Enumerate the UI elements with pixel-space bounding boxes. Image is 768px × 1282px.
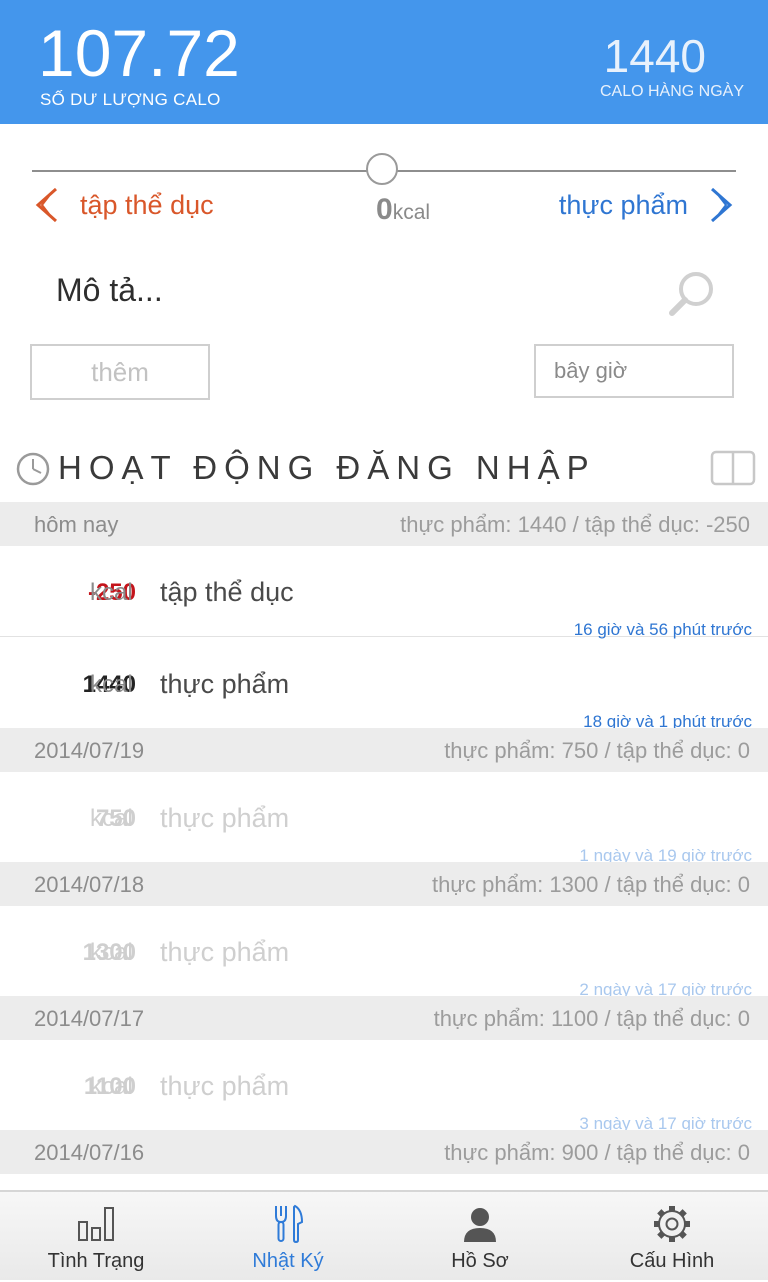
day-summary: thực phẩm: 900 / tập thể dục: 0 xyxy=(444,1140,750,1165)
nav-item-profile[interactable]: Hồ Sơ xyxy=(384,1192,576,1282)
day-summary: thực phẩm: 1100 / tập thể dục: 0 xyxy=(433,1006,750,1031)
kcal-readout: 0kcal xyxy=(376,193,430,227)
entry-label: tập thể dục xyxy=(160,577,294,607)
log-entry[interactable]: 1300 kcal thực phẩm 2 ngày và 17 giờ trư… xyxy=(0,906,768,999)
nav-item-settings[interactable]: Cấu Hình xyxy=(576,1192,768,1282)
day-summary: thực phẩm: 750 / tập thể dục: 0 xyxy=(444,738,750,763)
entry-time-ago: 16 giờ và 56 phút trước xyxy=(573,620,752,639)
nav-label: Nhật Ký xyxy=(252,1250,324,1272)
day-header: hôm nay thực phẩm: 1440 / tập thể dục: -… xyxy=(0,502,768,546)
day-date: 2014/07/18 xyxy=(34,872,145,897)
nav-label: Tình Trạng xyxy=(47,1250,145,1272)
entry-label: thực phẩm xyxy=(160,803,290,833)
day-summary: thực phẩm: 1440 / tập thể dục: -250 xyxy=(400,512,750,537)
nav-item-diary[interactable]: Nhật Ký xyxy=(192,1192,384,1282)
log-entry[interactable]: -250 kcal tập thể dục 16 giờ và 56 phút … xyxy=(0,546,768,639)
log-entry[interactable]: 1440 kcal thực phẩm 18 giờ và 1 phút trư… xyxy=(0,638,768,731)
nav-label: Cấu Hình xyxy=(629,1250,715,1272)
day-date: 2014/07/16 xyxy=(34,1140,145,1165)
daily-calorie-label: CALO HÀNG NGÀY xyxy=(599,83,744,100)
day-header: 2014/07/19 thực phẩm: 750 / tập thể dục:… xyxy=(0,728,768,772)
exercise-direction-label[interactable]: tập thể dục xyxy=(80,190,214,221)
kcal-unit: kcal xyxy=(392,201,431,224)
day-header: 2014/07/17 thực phẩm: 1100 / tập thể dục… xyxy=(0,996,768,1040)
calorie-header: 107.72 SỐ DƯ LƯỢNG CALO 1440 CALO HÀNG N… xyxy=(0,0,768,124)
nav-item-status[interactable]: Tình Trạng xyxy=(0,1192,192,1282)
bar-chart-icon xyxy=(78,1207,114,1241)
calorie-balance-value: 107.72 xyxy=(38,16,240,90)
book-icon[interactable] xyxy=(710,450,756,486)
entry-unit: kcal xyxy=(90,1073,133,1100)
chevron-right-icon[interactable] xyxy=(706,187,736,223)
daily-calorie-value: 1440 xyxy=(603,30,706,82)
entry-unit: kcal xyxy=(90,671,133,698)
entry-label: thực phẩm xyxy=(160,669,290,699)
search-icon[interactable] xyxy=(666,268,718,320)
bottom-nav: Tình Trạng Nhật Ký Hồ Sơ Cấu Hình xyxy=(0,1190,768,1280)
description-input[interactable] xyxy=(40,262,672,318)
entry-unit: kcal xyxy=(90,579,133,606)
calorie-balance-label: SỐ DƯ LƯỢNG CALO xyxy=(40,90,221,109)
activity-log-title: HOẠT ĐỘNG ĐĂNG NHẬP xyxy=(58,449,596,486)
day-header: 2014/07/16 thực phẩm: 900 / tập thể dục:… xyxy=(0,1130,768,1174)
fork-knife-icon xyxy=(275,1204,304,1244)
day-date: 2014/07/19 xyxy=(34,738,145,763)
add-button[interactable]: thêm xyxy=(30,344,210,400)
day-header: 2014/07/18 thực phẩm: 1300 / tập thể dục… xyxy=(0,862,768,906)
log-entry[interactable]: 750 kcal thực phẩm 1 ngày và 19 giờ trướ… xyxy=(0,772,768,865)
entry-label: thực phẩm xyxy=(160,937,290,967)
entry-unit: kcal xyxy=(90,805,133,832)
person-icon xyxy=(464,1208,496,1242)
gear-icon xyxy=(654,1206,690,1242)
day-summary: thực phẩm: 1300 / tập thể dục: 0 xyxy=(431,872,750,897)
entry-unit: kcal xyxy=(90,939,133,966)
log-entry[interactable]: 1100 kcal thực phẩm 3 ngày và 17 giờ trư… xyxy=(0,1040,768,1133)
clock-icon xyxy=(16,452,50,486)
chevron-left-icon[interactable] xyxy=(32,187,62,223)
time-field[interactable]: bây giờ xyxy=(534,344,734,398)
day-date: hôm nay xyxy=(34,512,119,537)
entry-label: thực phẩm xyxy=(160,1071,290,1101)
kcal-value: 0 xyxy=(376,193,393,226)
food-direction-label[interactable]: thực phẩm xyxy=(559,190,688,221)
nav-label: Hồ Sơ xyxy=(451,1250,509,1272)
calorie-slider-handle[interactable] xyxy=(366,153,398,185)
day-date: 2014/07/17 xyxy=(34,1006,145,1031)
